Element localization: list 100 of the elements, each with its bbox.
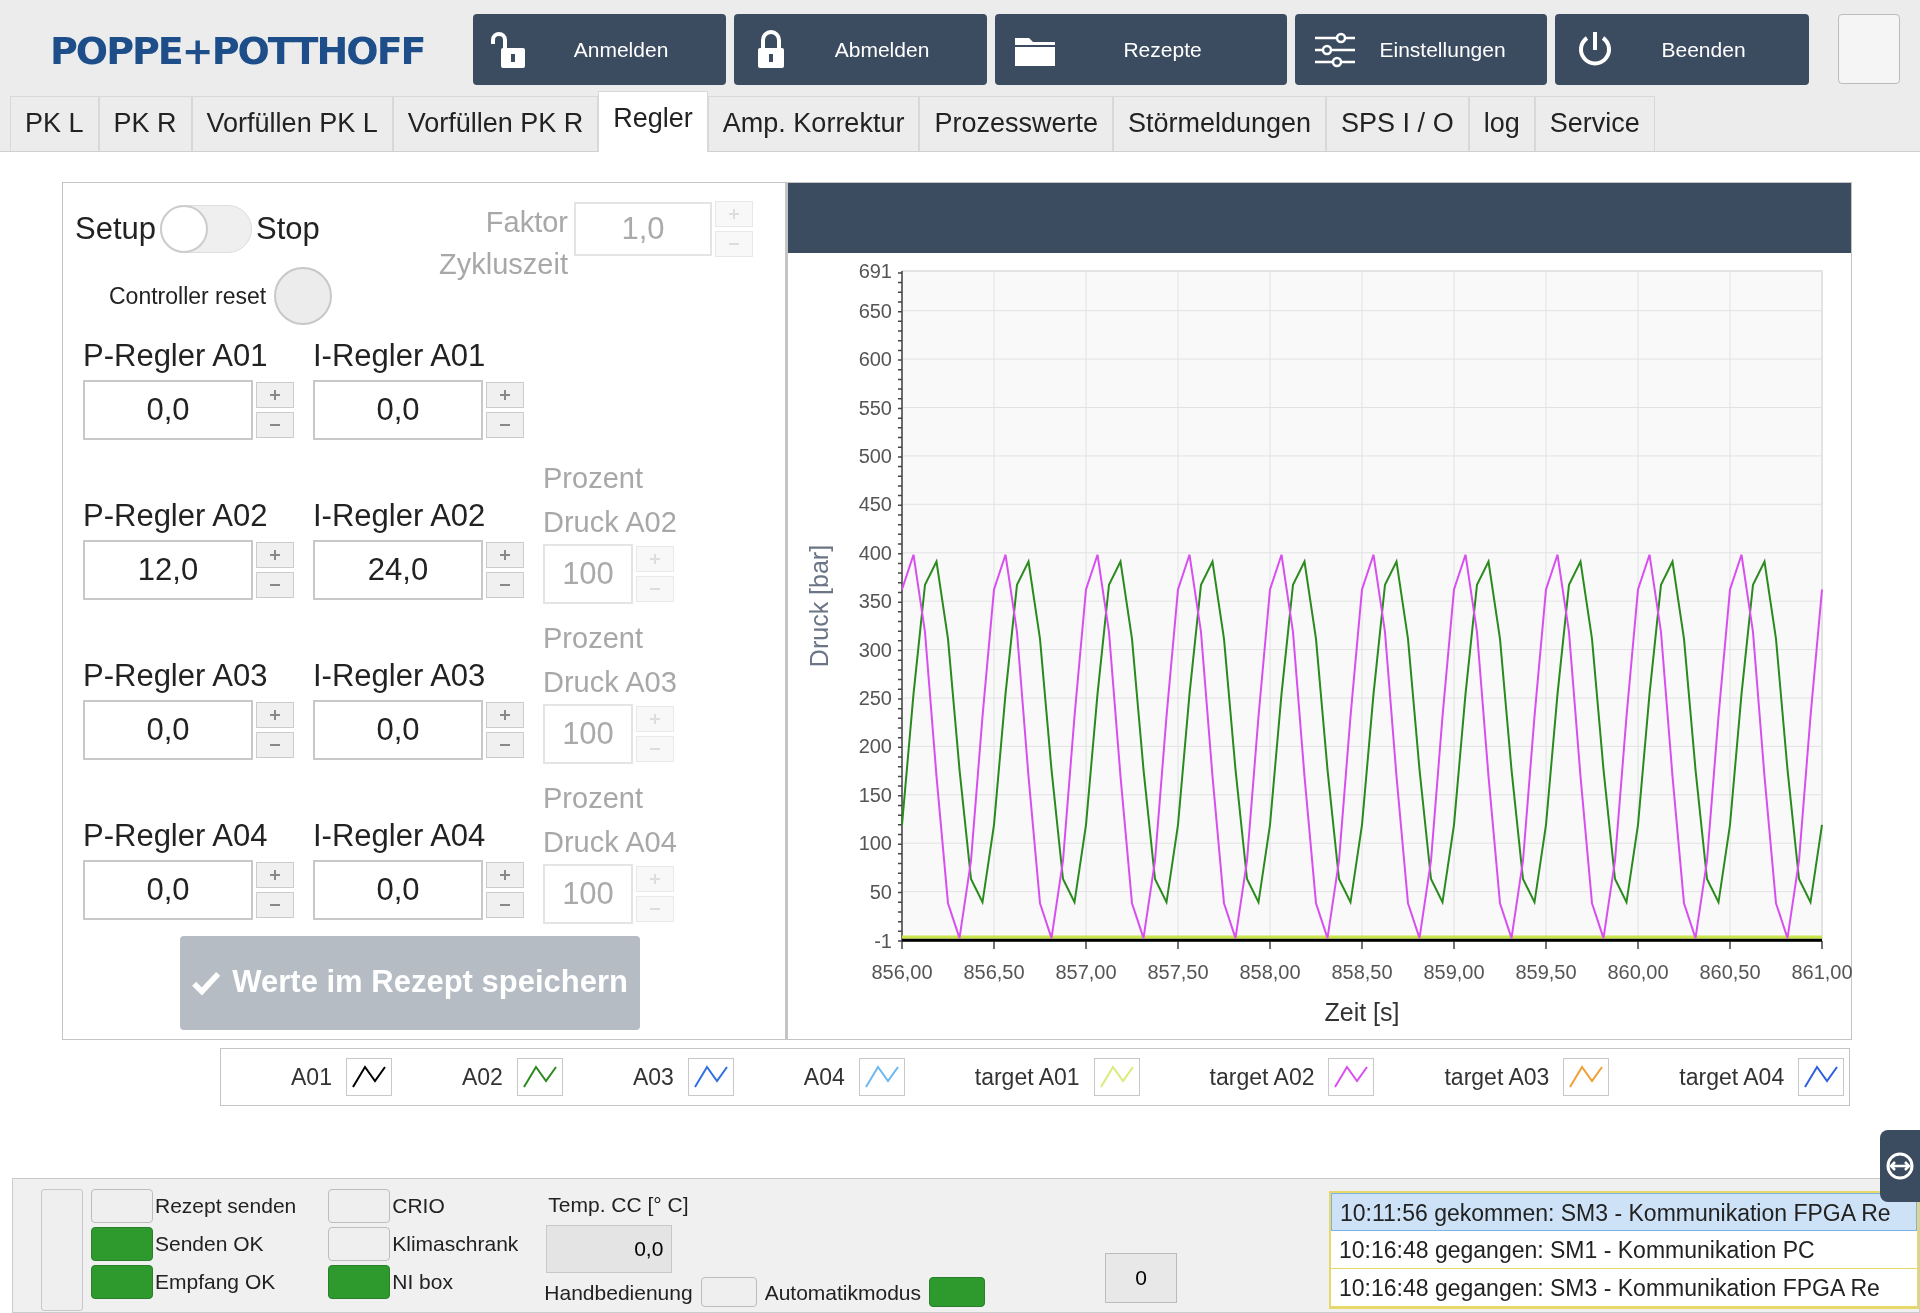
temperature-label: Temp. CC [° C]	[548, 1192, 690, 1218]
number-field[interactable]: 0,0	[313, 699, 483, 760]
indicator-label: Rezept senden	[155, 1193, 297, 1220]
tick-label: 859,00	[1423, 961, 1485, 983]
tick-label: 100	[858, 832, 892, 855]
decrement-button[interactable]	[486, 891, 524, 918]
toggle-switch[interactable]	[160, 205, 252, 253]
tick-label: 50	[869, 880, 892, 903]
tick-label: 200	[858, 735, 892, 758]
tick-label: 650	[858, 299, 892, 322]
temperature-field[interactable]: 0,0	[546, 1224, 673, 1273]
decrement-button[interactable]	[256, 731, 294, 758]
side-tab[interactable]	[1880, 1130, 1920, 1202]
indicator-label: Empfang OK	[155, 1269, 276, 1296]
tick-label: 500	[858, 444, 892, 467]
tick-label: 859,50	[1515, 961, 1577, 983]
message-row[interactable]: 10:16:48 gegangen: SM3 - Kommunikation FPGA Re	[1331, 1269, 1917, 1307]
tick-label: 600	[858, 348, 892, 371]
toolbar-button[interactable]: Abmelden	[733, 14, 987, 85]
tick-label: 450	[858, 493, 892, 516]
tick-label: -1	[874, 930, 892, 952]
plus-icon	[499, 548, 511, 561]
legend-label: target A01	[974, 1062, 1080, 1092]
number-field[interactable]: 0,0	[313, 379, 483, 440]
legend-label: A01	[291, 1062, 332, 1092]
increment-button[interactable]	[486, 541, 524, 568]
tick-label: 858,00	[1239, 961, 1301, 983]
field-label: I-Regler A03	[313, 657, 487, 695]
field-label: I-Regler A02	[313, 497, 487, 535]
plus-icon	[499, 868, 511, 881]
tab[interactable]: PK L	[10, 95, 99, 151]
tab[interactable]: Vorfüllen PK R	[392, 95, 599, 151]
increment-button[interactable]	[486, 701, 524, 728]
tick-label: 150	[858, 783, 892, 806]
field-label: Prozent Druck A04	[543, 780, 678, 860]
indicator-label: NI box	[392, 1269, 453, 1296]
decrement-button[interactable]	[486, 731, 524, 758]
field-label: P-Regler A02	[83, 497, 269, 535]
plus-icon	[269, 548, 281, 561]
axis-title: Druck [bar]	[805, 544, 833, 668]
toolbar-button[interactable]: Einstellungen	[1294, 14, 1547, 85]
mode-label: Handbedienung	[544, 1279, 693, 1306]
tab[interactable]: Störmeldungen	[1112, 95, 1327, 151]
increment-button[interactable]	[256, 541, 294, 568]
message-row[interactable]: 10:16:48 gegangen: SM1 - Kommunikation PC	[1331, 1231, 1917, 1269]
switch-label: Setup	[75, 209, 156, 248]
blank-button[interactable]	[1838, 14, 1900, 84]
tab[interactable]: Vorfüllen PK L	[191, 95, 393, 151]
tick-label: 860,00	[1607, 961, 1669, 983]
switch-label: Stop	[256, 209, 320, 248]
legend-label: target A04	[1679, 1062, 1785, 1092]
tick-label: 857,00	[1055, 961, 1117, 983]
plus-icon	[499, 388, 511, 401]
tick-label: 300	[858, 638, 892, 661]
increment-button[interactable]	[486, 861, 524, 888]
legend-label: A04	[803, 1062, 845, 1092]
number-field[interactable]: 0,0	[313, 859, 483, 920]
toolbar-button[interactable]: Beenden	[1554, 14, 1809, 85]
mode-label: Automatikmodus	[764, 1279, 922, 1306]
increment-button[interactable]	[256, 861, 294, 888]
toolbar-button[interactable]: Anmelden	[472, 14, 726, 85]
plus-icon	[649, 872, 661, 885]
tick-label: 400	[858, 541, 892, 564]
plus-icon	[728, 208, 740, 220]
field-label: Prozent Druck A03	[543, 620, 678, 700]
decrement-button[interactable]	[256, 411, 294, 438]
tick-label: 550	[858, 396, 892, 419]
field-label: I-Regler A01	[313, 337, 487, 375]
toolbar-button[interactable]: Rezepte	[994, 14, 1287, 85]
decrement-button[interactable]	[486, 571, 524, 598]
reset-label: Controller reset	[109, 281, 267, 311]
number-field[interactable]: 12,0	[83, 539, 253, 600]
tick-label: 691	[858, 260, 892, 282]
blank-button[interactable]	[41, 1189, 83, 1311]
decrement-button[interactable]	[256, 571, 294, 598]
tab[interactable]: Service	[1534, 95, 1655, 151]
tick-label: 861,00	[1791, 961, 1852, 983]
tab[interactable]: SPS I / O	[1326, 95, 1469, 151]
tick-label: 350	[858, 590, 892, 613]
tab[interactable]: Prozesswerte	[919, 95, 1113, 151]
message-row[interactable]: 10:11:56 gekommen: SM3 - Kommunikation FPGA Re	[1331, 1193, 1917, 1231]
increment-button[interactable]	[486, 381, 524, 408]
increment-button[interactable]	[256, 701, 294, 728]
counter-field[interactable]: 0	[1105, 1253, 1178, 1303]
tab[interactable]: log	[1468, 95, 1535, 151]
number-field[interactable]: 24,0	[313, 539, 483, 600]
tab[interactable]: Amp. Korrektur	[707, 95, 920, 151]
increment-button[interactable]	[256, 381, 294, 408]
decrement-button[interactable]	[256, 891, 294, 918]
company-logo: POPPE+POTTHOFF	[50, 28, 425, 75]
tick-label: 856,00	[871, 961, 933, 983]
number-field[interactable]: 0,0	[83, 859, 253, 920]
number-field[interactable]: 0,0	[83, 379, 253, 440]
field-label: Prozent Druck A02	[543, 460, 678, 540]
tab[interactable]: PK R	[98, 95, 192, 151]
decrement-button[interactable]	[486, 411, 524, 438]
plus-icon	[269, 388, 281, 401]
indicator-label: Senden OK	[155, 1231, 264, 1258]
tab[interactable]: Regler	[598, 90, 708, 152]
number-field[interactable]: 0,0	[83, 699, 253, 760]
